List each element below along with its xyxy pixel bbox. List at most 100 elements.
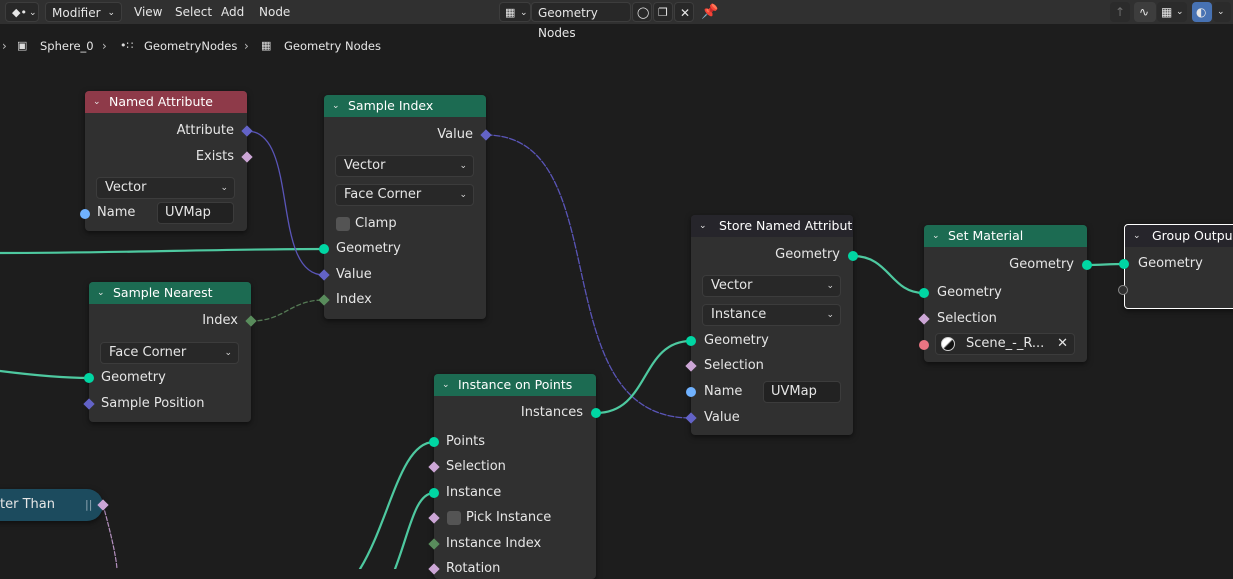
collapse-chevron-icon[interactable]: ⌄ <box>442 374 450 396</box>
socket-label: Geometry <box>937 285 1002 300</box>
socket-label: Instance <box>446 485 502 500</box>
link-index-to-index[interactable] <box>250 299 325 322</box>
domain-dropdown[interactable]: Face Corner ⌄ <box>335 184 474 206</box>
field-value: UVMap <box>165 205 211 220</box>
node-header[interactable]: ⌄ Group Outpu <box>1125 225 1233 247</box>
node-set-material[interactable]: ⌄ Set Material Geometry Geometry Selecti… <box>924 225 1087 362</box>
link-geometry-to-sample-nearest[interactable] <box>0 369 91 380</box>
socket-geometry-output[interactable] <box>1082 260 1092 270</box>
socket-label: Index <box>336 292 372 307</box>
link-compare-out[interactable] <box>102 504 118 569</box>
socket-label: Name <box>704 384 743 399</box>
chevron-down-icon: ⌄ <box>459 161 467 171</box>
node-header[interactable]: ⌄ Named Attribute <box>85 91 247 113</box>
socket-geometry-input[interactable] <box>919 288 929 298</box>
socket-label: Pick Instance <box>466 510 552 525</box>
name-field[interactable]: UVMap <box>157 202 234 224</box>
node-title: Set Material <box>948 228 1024 243</box>
close-icon[interactable]: ✕ <box>1057 334 1068 354</box>
node-header[interactable]: ⌄ Sample Nearest <box>89 282 251 304</box>
node-title: Sample Nearest <box>113 285 213 300</box>
node-named-attribute[interactable]: ⌄ Named Attribute Attribute Exists Vecto… <box>85 91 247 231</box>
collapse-handle-icon[interactable]: || <box>85 496 92 514</box>
dropdown-value: Vector <box>711 278 753 293</box>
socket-label: Points <box>446 434 486 449</box>
node-instance-on-points[interactable]: ⌄ Instance on Points Instances Points Se… <box>434 374 596 579</box>
socket-geometry-input[interactable] <box>319 244 329 254</box>
socket-label: Selection <box>704 358 764 373</box>
chevron-down-icon: ⌄ <box>220 183 228 193</box>
dropdown-value: Instance <box>711 307 767 322</box>
dropdown-value: Vector <box>344 158 386 173</box>
node-title: Store Named Attribute <box>719 218 853 233</box>
link-to-points[interactable] <box>358 440 436 569</box>
name-field[interactable]: UVMap <box>763 381 841 403</box>
socket-label: Name <box>97 205 136 220</box>
socket-geometry-output[interactable] <box>591 408 601 418</box>
domain-dropdown[interactable]: Instance ⌄ <box>702 304 841 326</box>
node-title: ter Than <box>0 497 55 512</box>
node-title: Group Outpu <box>1152 228 1233 243</box>
node-sample-nearest[interactable]: ⌄ Sample Nearest Index Face Corner ⌄ Geo… <box>89 282 251 422</box>
node-header[interactable]: ⌄ Store Named Attribute <box>691 215 853 237</box>
socket-label: Geometry <box>775 247 840 262</box>
socket-geometry-output[interactable] <box>848 251 858 261</box>
collapse-chevron-icon[interactable]: ⌄ <box>699 215 707 237</box>
data-type-dropdown[interactable]: Vector ⌄ <box>335 155 474 177</box>
socket-geometry-input[interactable] <box>84 373 94 383</box>
node-group-output[interactable]: ⌄ Group Outpu Geometry <box>1124 224 1233 309</box>
socket-label: Geometry <box>336 241 401 256</box>
socket-geometry-input[interactable] <box>429 437 439 447</box>
socket-material-input[interactable] <box>919 340 929 350</box>
collapse-chevron-icon[interactable]: ⌄ <box>932 225 940 247</box>
socket-label: Rotation <box>446 561 501 576</box>
node-title: Sample Index <box>348 98 434 113</box>
dropdown-value: Face Corner <box>344 187 422 202</box>
node-header[interactable]: ⌄ Sample Index <box>324 95 486 117</box>
link-to-instance[interactable] <box>393 491 436 569</box>
socket-label: Exists <box>195 149 234 164</box>
chevron-down-icon: ⌄ <box>224 348 232 358</box>
socket-label: Instance Index <box>446 536 542 551</box>
socket-label: Attribute <box>176 123 234 138</box>
node-store-named-attribute[interactable]: ⌄ Store Named Attribute Geometry Vector … <box>691 215 853 435</box>
field-value: UVMap <box>771 384 817 399</box>
domain-dropdown[interactable]: Face Corner ⌄ <box>100 342 239 364</box>
link-instances-to-store-geometry[interactable] <box>594 339 693 415</box>
collapse-chevron-icon[interactable]: ⌄ <box>93 91 101 113</box>
link-geometry-to-sample-index[interactable] <box>0 247 326 255</box>
socket-geometry-input[interactable] <box>1119 259 1129 269</box>
pick-instance-checkbox[interactable] <box>447 511 461 525</box>
socket-geometry-input[interactable] <box>429 488 439 498</box>
empty-socket-input[interactable] <box>1118 285 1128 295</box>
collapse-chevron-icon[interactable]: ⌄ <box>1133 225 1141 247</box>
node-sample-index[interactable]: ⌄ Sample Index Value Vector ⌄ Face Corne… <box>324 95 486 319</box>
node-header[interactable]: ⌄ Instance on Points <box>434 374 596 396</box>
socket-string-input[interactable] <box>80 209 90 219</box>
data-type-dropdown[interactable]: Vector ⌄ <box>96 177 235 199</box>
clamp-checkbox[interactable] <box>336 217 350 231</box>
checkbox-label: Clamp <box>355 216 397 231</box>
socket-label: Value <box>704 410 740 425</box>
socket-geometry-input[interactable] <box>686 336 696 346</box>
link-store-to-set-material[interactable] <box>851 254 926 295</box>
node-title: Instance on Points <box>458 377 573 392</box>
socket-label: Geometry <box>101 370 166 385</box>
dropdown-value: Vector <box>105 180 147 195</box>
chevron-down-icon: ⌄ <box>826 281 834 291</box>
node-title: Named Attribute <box>109 94 213 109</box>
socket-label: Geometry <box>1138 256 1203 271</box>
data-type-dropdown[interactable]: Vector ⌄ <box>702 275 841 297</box>
node-compare-greater-than[interactable]: ter Than || <box>0 489 103 521</box>
material-field[interactable]: Scene_-_R... ✕ <box>935 333 1075 355</box>
chevron-down-icon: ⌄ <box>459 190 467 200</box>
dropdown-value: Face Corner <box>109 345 187 360</box>
socket-label: Selection <box>937 311 997 326</box>
socket-label: Sample Position <box>101 396 205 411</box>
collapse-chevron-icon[interactable]: ⌄ <box>97 282 105 304</box>
node-header[interactable]: ⌄ Set Material <box>924 225 1087 247</box>
socket-label: Index <box>202 313 238 328</box>
link-attribute-to-value[interactable] <box>246 130 325 276</box>
socket-string-input[interactable] <box>686 387 696 397</box>
collapse-chevron-icon[interactable]: ⌄ <box>332 95 340 117</box>
